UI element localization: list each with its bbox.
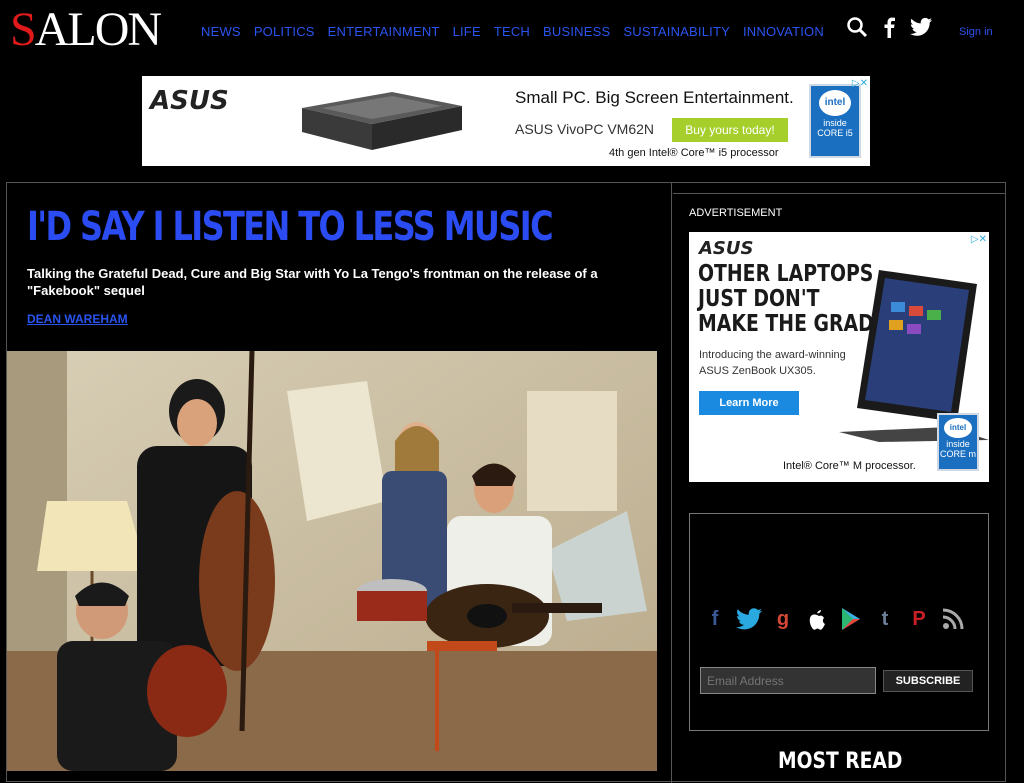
logo-rest: ALON xyxy=(34,3,162,56)
top-banner-ad[interactable]: ASUS Small PC. Big Screen Entertainment.… xyxy=(142,76,870,166)
intel-badge: intel inside CORE m xyxy=(937,413,979,471)
ad-buy-button[interactable]: Buy yours today! xyxy=(672,118,788,142)
logo-initial: S xyxy=(10,3,37,56)
salon-logo[interactable]: SALON xyxy=(10,3,162,56)
email-field[interactable] xyxy=(700,667,876,694)
subscribe-button[interactable]: SUBSCRIBE xyxy=(883,670,973,692)
nav-life[interactable]: LIFE xyxy=(453,24,481,39)
nav-tech[interactable]: TECH xyxy=(494,24,530,39)
article-column: I'D SAY I LISTEN TO LESS MUSIC Talking t… xyxy=(7,183,672,783)
adchoices-icon[interactable]: ▷✕ xyxy=(852,78,868,89)
tumblr-icon[interactable]: t xyxy=(872,606,898,632)
social-links: f g t P xyxy=(702,606,966,632)
intel-core-text: CORE m xyxy=(940,449,976,459)
follow-and-subscribe-box: f g t P SUBSCRIBE xyxy=(689,513,989,731)
intel-inside-text: inside xyxy=(946,439,970,449)
ad-brand-logo: ASUS xyxy=(150,86,229,116)
search-icon[interactable] xyxy=(846,16,868,38)
nav-sustainability[interactable]: SUSTAINABILITY xyxy=(623,24,730,39)
intel-badge: intel inside CORE i5 xyxy=(809,84,861,158)
apple-icon[interactable] xyxy=(804,606,830,632)
twitter-icon[interactable] xyxy=(736,606,762,632)
adchoices-icon[interactable]: ▷✕ xyxy=(971,234,987,245)
sidebar-ad[interactable]: ASUS OTHER LAPTOPS JUST DON'T MAKE THE G… xyxy=(689,232,989,482)
nav-news[interactable]: NEWS xyxy=(201,24,241,39)
ad-processor-text: Intel® Core™ M processor. xyxy=(783,460,916,472)
main-content: I'D SAY I LISTEN TO LESS MUSIC Talking t… xyxy=(6,182,1007,783)
pinterest-icon[interactable]: P xyxy=(906,606,932,632)
intel-logo: intel xyxy=(819,90,851,116)
nav-entertainment[interactable]: ENTERTAINMENT xyxy=(328,24,440,39)
article-subhead: Talking the Grateful Dead, Cure and Big … xyxy=(27,266,598,298)
author-byline[interactable]: DEAN WAREHAM xyxy=(27,312,128,326)
nav-innovation[interactable]: INNOVATION xyxy=(743,24,824,39)
nav-business[interactable]: BUSINESS xyxy=(543,24,610,39)
ad-headline: Small PC. Big Screen Entertainment. xyxy=(515,88,794,107)
sidebar-divider xyxy=(673,193,1006,194)
intel-core-text: CORE i5 xyxy=(817,128,853,138)
most-read-heading: MOST READ xyxy=(778,749,903,774)
twitter-icon[interactable] xyxy=(910,17,932,37)
nav-politics[interactable]: POLITICS xyxy=(254,24,315,39)
sidebar: ADVERTISEMENT ASUS OTHER LAPTOPS JUST DO… xyxy=(673,183,1007,783)
ad-brand-logo: ASUS xyxy=(699,238,754,259)
ad-model: ASUS VivoPC VM62N xyxy=(515,121,655,137)
google-play-icon[interactable] xyxy=(838,606,864,632)
article-headline[interactable]: I'D SAY I LISTEN TO LESS MUSIC xyxy=(27,203,554,251)
site-header: SALON NEWS POLITICS ENTERTAINMENT LIFE T… xyxy=(0,0,1024,62)
article-photo[interactable] xyxy=(7,351,657,771)
sign-in-link[interactable]: Sign in xyxy=(959,26,993,38)
intel-inside-text: inside xyxy=(823,118,847,128)
intel-logo: intel xyxy=(944,418,972,438)
header-icons xyxy=(846,16,932,38)
facebook-icon[interactable]: f xyxy=(702,606,728,632)
ad-processor-text: 4th gen Intel® Core™ i5 processor xyxy=(609,147,779,159)
learn-more-button[interactable]: Learn More xyxy=(699,391,799,415)
facebook-icon[interactable] xyxy=(882,16,896,38)
rss-icon[interactable] xyxy=(940,606,966,632)
advertisement-label: ADVERTISEMENT xyxy=(689,207,783,219)
google-plus-icon[interactable]: g xyxy=(770,606,796,632)
ad-product-image xyxy=(302,92,462,150)
ad-intro-text: Introducing the award-winning ASUS ZenBo… xyxy=(699,349,846,377)
main-nav: NEWS POLITICS ENTERTAINMENT LIFE TECH BU… xyxy=(201,24,837,39)
